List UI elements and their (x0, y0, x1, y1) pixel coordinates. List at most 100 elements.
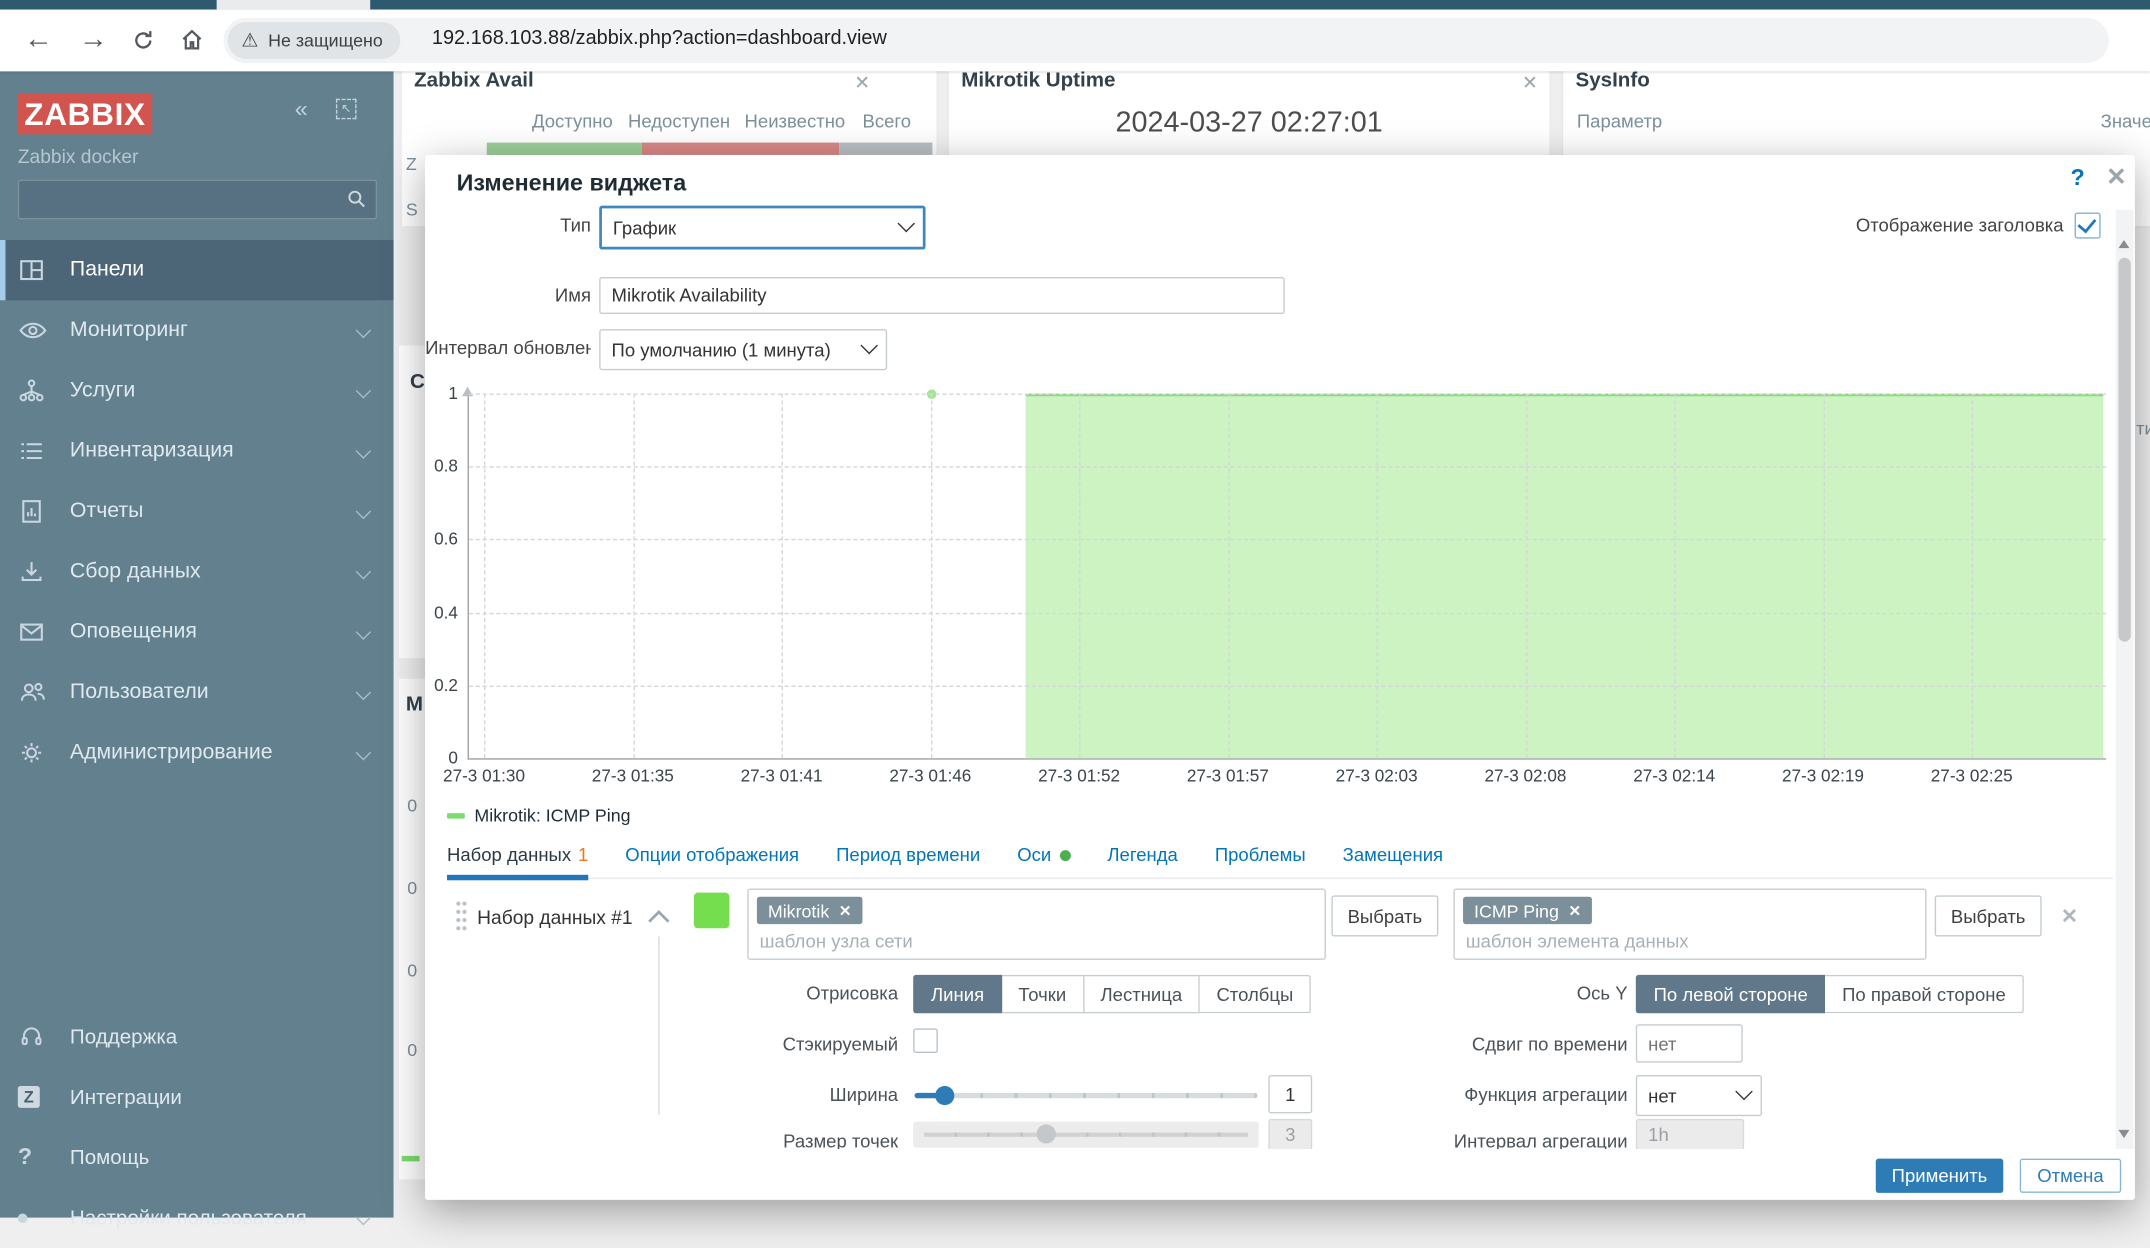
draw-type-option[interactable]: Столбцы (1200, 975, 1311, 1013)
yaxis-option[interactable]: По правой стороне (1826, 975, 2024, 1013)
browser-tabstrip (0, 0, 2150, 10)
envelope-icon (18, 618, 70, 645)
draw-type-option[interactable]: Лестница (1084, 975, 1200, 1013)
help-icon[interactable]: ? (2070, 165, 2084, 192)
x-tick-label: 27-3 01:41 (720, 766, 843, 785)
refresh-interval-select[interactable]: По умолчанию (1 минута) (599, 329, 887, 370)
host-chip[interactable]: Mikrotik ✕ (757, 897, 863, 924)
draw-type-option[interactable]: Точки (1002, 975, 1084, 1013)
scroll-down-arrow[interactable] (2118, 1130, 2129, 1144)
sidebar-item-envelope[interactable]: Оповещения (0, 602, 394, 662)
home-button[interactable] (170, 18, 214, 62)
sidebar-item-gear[interactable]: Администрирование (0, 723, 394, 783)
gridline (1377, 394, 1378, 759)
width-slider-thumb[interactable] (935, 1086, 954, 1105)
drag-handle[interactable] (455, 899, 467, 932)
tab-2[interactable]: Период времени (836, 835, 980, 879)
zabbix-logo[interactable]: ZABBIX (18, 93, 152, 134)
scrollbar-thumb[interactable] (2118, 258, 2130, 642)
sidebar-footer-item-zbox[interactable]: ZИнтеграции (0, 1067, 394, 1127)
x-tick-label: 27-3 01:57 (1166, 766, 1289, 785)
aggregation-label: Функция агрегации (1316, 1085, 1627, 1106)
x-tick-label: 27-3 01:52 (1017, 766, 1140, 785)
forward-button[interactable]: → (71, 18, 115, 62)
timeshift-input[interactable] (1636, 1024, 1743, 1062)
show-header-checkbox[interactable] (2075, 213, 2101, 239)
sidebar-footer-item-headset[interactable]: Поддержка (0, 1006, 394, 1066)
tab-label: Период времени (836, 845, 980, 866)
sidebar-collapse-icon[interactable]: « (295, 96, 308, 123)
gridline (1972, 394, 1973, 759)
y-tick-label: 0.2 (425, 676, 458, 695)
tab-label: Проблемы (1215, 845, 1306, 866)
graph-legend: Mikrotik: ICMP Ping (447, 805, 631, 826)
sidebar-item-users[interactable]: Пользователи (0, 662, 394, 722)
item-pattern-input[interactable]: ICMP Ping ✕ шаблон элемента данных (1453, 889, 1926, 960)
draw-type-option[interactable]: Линия (913, 975, 1002, 1013)
item-select-button[interactable]: Выбрать (1935, 895, 2042, 936)
dataset-label: Набор данных #1 (477, 906, 632, 928)
sidebar-footer-item-userdot[interactable]: Настройки пользователя (0, 1187, 394, 1247)
sidebar-footer-item-label: Поддержка (70, 1025, 177, 1048)
browser-active-tab[interactable] (217, 0, 371, 10)
tab-data-set[interactable]: Набор данных1 (447, 835, 588, 879)
stacked-checkbox[interactable] (913, 1028, 938, 1053)
sidebar-item-download[interactable]: Сбор данных (0, 542, 394, 602)
sidebar-item-label: Панели (70, 258, 144, 283)
dialog-scrollbar[interactable] (2116, 210, 2134, 1149)
sidebar-item-report[interactable]: Отчеты (0, 481, 394, 541)
chevron-up-icon[interactable] (648, 910, 669, 931)
sidebar-item-dashboard[interactable]: Панели (0, 240, 394, 300)
dataset-remove-icon[interactable]: ✕ (2061, 904, 2078, 929)
width-slider[interactable] (915, 1093, 1258, 1098)
widget-title: Zabbix Avail (414, 69, 534, 92)
sidebar-item-label: Администрирование (70, 740, 273, 765)
tab-1[interactable]: Опции отображения (625, 835, 799, 879)
scroll-up-arrow[interactable] (2118, 234, 2129, 248)
dashboard-icon (18, 256, 70, 283)
tab-5[interactable]: Проблемы (1215, 835, 1306, 879)
back-button[interactable]: ← (16, 18, 60, 62)
tab-6[interactable]: Замещения (1343, 835, 1443, 879)
chip-remove-icon[interactable]: ✕ (839, 902, 852, 920)
availability-column-header: Недоступен (628, 111, 730, 132)
close-icon[interactable]: ✕ (2106, 163, 2127, 192)
address-bar[interactable]: ⚠ Не защищено 192.168.103.88/zabbix.php?… (224, 18, 2109, 63)
x-tick-label: 27-3 01:46 (869, 766, 992, 785)
chevron-down-icon (356, 443, 372, 459)
security-badge[interactable]: ⚠ Не защищено (228, 22, 401, 59)
sidebar-item-label: Пользователи (70, 680, 209, 705)
draw-label: Отрисовка (590, 983, 899, 1004)
slider-thumb (1037, 1124, 1056, 1143)
widget-close-icon[interactable]: ✕ (1522, 71, 1538, 94)
aggregation-select[interactable]: нет (1636, 1075, 1762, 1116)
reload-button[interactable] (121, 18, 165, 62)
cancel-button[interactable]: Отмена (2020, 1159, 2121, 1193)
sidebar-expand-icon[interactable]: ↖ (336, 99, 357, 120)
sidebar-footer-item-question[interactable]: ?Помощь (0, 1127, 394, 1187)
covered-text-fragment: 0 (407, 878, 417, 899)
width-value-input[interactable] (1268, 1075, 1312, 1113)
yaxis-option[interactable]: По левой стороне (1636, 975, 1826, 1013)
host-select-button[interactable]: Выбрать (1331, 895, 1438, 936)
tab-3[interactable]: Оси (1017, 835, 1070, 879)
sidebar-item-services[interactable]: Услуги (0, 361, 394, 421)
host-pattern-input[interactable]: Mikrotik ✕ шаблон узла сети (747, 889, 1326, 960)
refresh-interval-label: Интервал обновлен (425, 337, 591, 358)
tab-indicator-dot (1059, 850, 1070, 861)
chevron-down-icon (356, 745, 372, 761)
type-select[interactable]: График (599, 206, 925, 250)
apply-button[interactable]: Применить (1876, 1159, 2004, 1193)
sidebar-item-list[interactable]: Инвентаризация (0, 421, 394, 481)
widget-name-input[interactable] (599, 277, 1285, 314)
widget-close-icon[interactable]: ✕ (854, 71, 870, 94)
chip-remove-icon[interactable]: ✕ (1568, 902, 1581, 920)
item-chip[interactable]: ICMP Ping ✕ (1463, 897, 1592, 924)
x-tick-label: 27-3 01:30 (425, 766, 546, 785)
url-text[interactable]: 192.168.103.88/zabbix.php?action=dashboa… (432, 27, 887, 49)
tab-4[interactable]: Легенда (1107, 835, 1177, 879)
tab-label: Опции отображения (625, 845, 799, 866)
sidebar-search-input[interactable] (18, 180, 377, 220)
dataset-color-swatch[interactable] (694, 893, 730, 929)
sidebar-item-eye[interactable]: Мониторинг (0, 300, 394, 360)
